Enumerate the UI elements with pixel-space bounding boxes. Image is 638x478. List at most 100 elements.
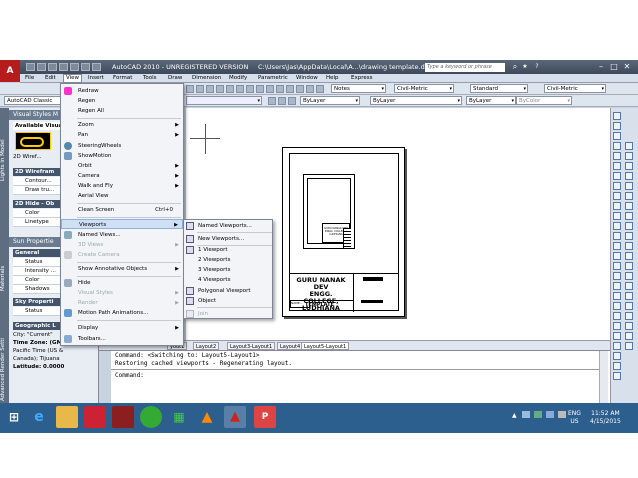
tool-icon[interactable] bbox=[625, 222, 633, 230]
tool-icon[interactable] bbox=[613, 312, 621, 320]
tool-icon[interactable] bbox=[613, 122, 621, 130]
close-button[interactable]: ✕ bbox=[622, 62, 632, 72]
tool-icon[interactable] bbox=[286, 85, 294, 93]
visual-style-thumbnail[interactable] bbox=[15, 132, 51, 150]
tab-lights-in-model[interactable]: Lights in Model bbox=[0, 130, 9, 190]
menu-item-zoom[interactable]: Zoom ▶ bbox=[61, 120, 183, 130]
powerpoint-icon[interactable]: P bbox=[254, 406, 276, 428]
dim-style-dropdown[interactable]: Civil-Metric bbox=[394, 84, 454, 93]
menu-item-regen-all[interactable]: Regen All bbox=[61, 106, 183, 116]
tool-icon[interactable] bbox=[226, 85, 234, 93]
tool-icon[interactable] bbox=[613, 352, 621, 360]
menu-help[interactable]: Help bbox=[326, 75, 339, 81]
menu-format[interactable]: Format bbox=[113, 75, 132, 81]
tool-icon[interactable] bbox=[613, 192, 621, 200]
menu-item-toolbars[interactable]: Toolbars... bbox=[61, 334, 183, 344]
menu-tools[interactable]: Tools bbox=[143, 75, 157, 81]
tool-icon[interactable] bbox=[296, 85, 304, 93]
tool-icon[interactable] bbox=[613, 222, 621, 230]
layer-dropdown[interactable] bbox=[186, 96, 262, 105]
menu-item-3d-views[interactable]: 3D Views ▶ bbox=[61, 240, 183, 250]
tool-icon[interactable] bbox=[625, 292, 633, 300]
maximize-button[interactable]: □ bbox=[609, 62, 619, 72]
tool-icon[interactable] bbox=[625, 172, 633, 180]
tool-icon[interactable] bbox=[256, 85, 264, 93]
tool-icon[interactable] bbox=[266, 85, 274, 93]
tool-icon[interactable] bbox=[613, 132, 621, 140]
tool-icon[interactable] bbox=[625, 272, 633, 280]
tab-layout5[interactable]: Layout5-Layout1 bbox=[301, 342, 350, 350]
windows-start-icon[interactable]: ⊞ bbox=[3, 406, 25, 428]
command-scrollbar[interactable] bbox=[599, 351, 608, 403]
tool-icon[interactable] bbox=[625, 242, 633, 250]
tool-icon[interactable] bbox=[625, 212, 633, 220]
menu-item-orbit[interactable]: Orbit ▶ bbox=[61, 161, 183, 171]
lineweight-dropdown[interactable]: ByLayer bbox=[466, 96, 516, 105]
tab-advanced-render-settings[interactable]: Advanced Render Setti bbox=[0, 338, 9, 402]
menu-file[interactable]: File bbox=[25, 75, 34, 81]
app-icon[interactable] bbox=[84, 406, 106, 428]
tool-icon[interactable] bbox=[613, 252, 621, 260]
menu-item-visual-styles[interactable]: Visual Styles ▶ bbox=[61, 288, 183, 298]
layer-state-icon[interactable] bbox=[288, 97, 296, 105]
tool-icon[interactable] bbox=[625, 332, 633, 340]
qa-print-icon[interactable] bbox=[59, 63, 68, 71]
tool-icon[interactable] bbox=[625, 262, 633, 270]
tab-layout2[interactable]: Layout2 bbox=[193, 342, 220, 350]
tool-icon[interactable] bbox=[625, 162, 633, 170]
linetype-dropdown[interactable]: ByLayer bbox=[370, 96, 462, 105]
tool-icon[interactable] bbox=[613, 212, 621, 220]
tool-icon[interactable] bbox=[625, 152, 633, 160]
language-indicator[interactable]: ENG US bbox=[568, 410, 581, 426]
tray-app-icon[interactable] bbox=[534, 411, 542, 418]
file-explorer-icon[interactable] bbox=[56, 406, 78, 428]
submenu-4-viewports[interactable]: 4 Viewports bbox=[184, 275, 272, 285]
menu-edit[interactable]: Edit bbox=[45, 75, 56, 81]
submenu-2-viewports[interactable]: 2 Viewports bbox=[184, 255, 272, 265]
menu-window[interactable]: Window bbox=[296, 75, 318, 81]
qa-new-icon[interactable] bbox=[26, 63, 35, 71]
menu-item-walk-and-fly[interactable]: Walk and Fly ▶ bbox=[61, 181, 183, 191]
tab-layout3[interactable]: Layout3-Layout1 bbox=[227, 342, 276, 350]
network-icon[interactable] bbox=[546, 411, 554, 418]
submenu-3-viewports[interactable]: 3 Viewports bbox=[184, 265, 272, 275]
qa-redo-icon[interactable] bbox=[81, 63, 90, 71]
tool-icon[interactable] bbox=[613, 262, 621, 270]
menu-view[interactable]: View bbox=[63, 74, 83, 83]
volume-icon[interactable] bbox=[558, 411, 566, 418]
menu-item-named-views[interactable]: Named Views... bbox=[61, 230, 183, 240]
tool-icon[interactable] bbox=[613, 172, 621, 180]
app-icon[interactable] bbox=[112, 406, 134, 428]
command-grip[interactable] bbox=[99, 351, 111, 403]
tool-icon[interactable] bbox=[625, 302, 633, 310]
search-icon[interactable]: ⌕ bbox=[510, 62, 520, 72]
tool-icon[interactable] bbox=[613, 362, 621, 370]
qa-save-icon[interactable] bbox=[48, 63, 57, 71]
tool-icon[interactable] bbox=[613, 302, 621, 310]
apps-icon[interactable]: ▦ bbox=[168, 406, 190, 428]
table-style-dropdown[interactable]: Standard bbox=[470, 84, 528, 93]
autocad-logo-icon[interactable]: A bbox=[0, 60, 20, 82]
menu-item-pan[interactable]: Pan ▶ bbox=[61, 130, 183, 140]
vlc-icon[interactable]: ▲ bbox=[196, 406, 218, 428]
tool-icon[interactable] bbox=[276, 85, 284, 93]
menu-item-create-camera[interactable]: Create Camera bbox=[61, 250, 183, 260]
internet-explorer-icon[interactable]: e bbox=[28, 406, 50, 428]
tool-icon[interactable] bbox=[613, 152, 621, 160]
autocad-taskbar-icon[interactable]: ▲ bbox=[224, 406, 246, 428]
menu-item-viewports[interactable]: Viewports ▶ bbox=[61, 219, 183, 229]
submenu-new-viewports[interactable]: New Viewports... bbox=[184, 234, 272, 244]
paper-sheet[interactable]: GURU NANAK DEV ENGG. COLLEGE, LUDHIANA G… bbox=[282, 147, 405, 317]
tray-arrow-icon[interactable]: ▲ bbox=[512, 412, 517, 419]
tool-icon[interactable] bbox=[206, 85, 214, 93]
tool-icon[interactable] bbox=[613, 342, 621, 350]
tool-icon[interactable] bbox=[216, 85, 224, 93]
tool-icon[interactable] bbox=[613, 142, 621, 150]
menu-item-clean-screen[interactable]: Clean Screen Ctrl+0 bbox=[61, 205, 183, 215]
submenu-1-viewport[interactable]: 1 Viewport bbox=[184, 245, 272, 255]
tool-icon[interactable] bbox=[613, 182, 621, 190]
tray-app-icon[interactable] bbox=[522, 411, 530, 418]
tool-icon[interactable] bbox=[316, 85, 324, 93]
menu-item-display[interactable]: Display ▶ bbox=[61, 323, 183, 333]
qa-open-icon[interactable] bbox=[37, 63, 46, 71]
